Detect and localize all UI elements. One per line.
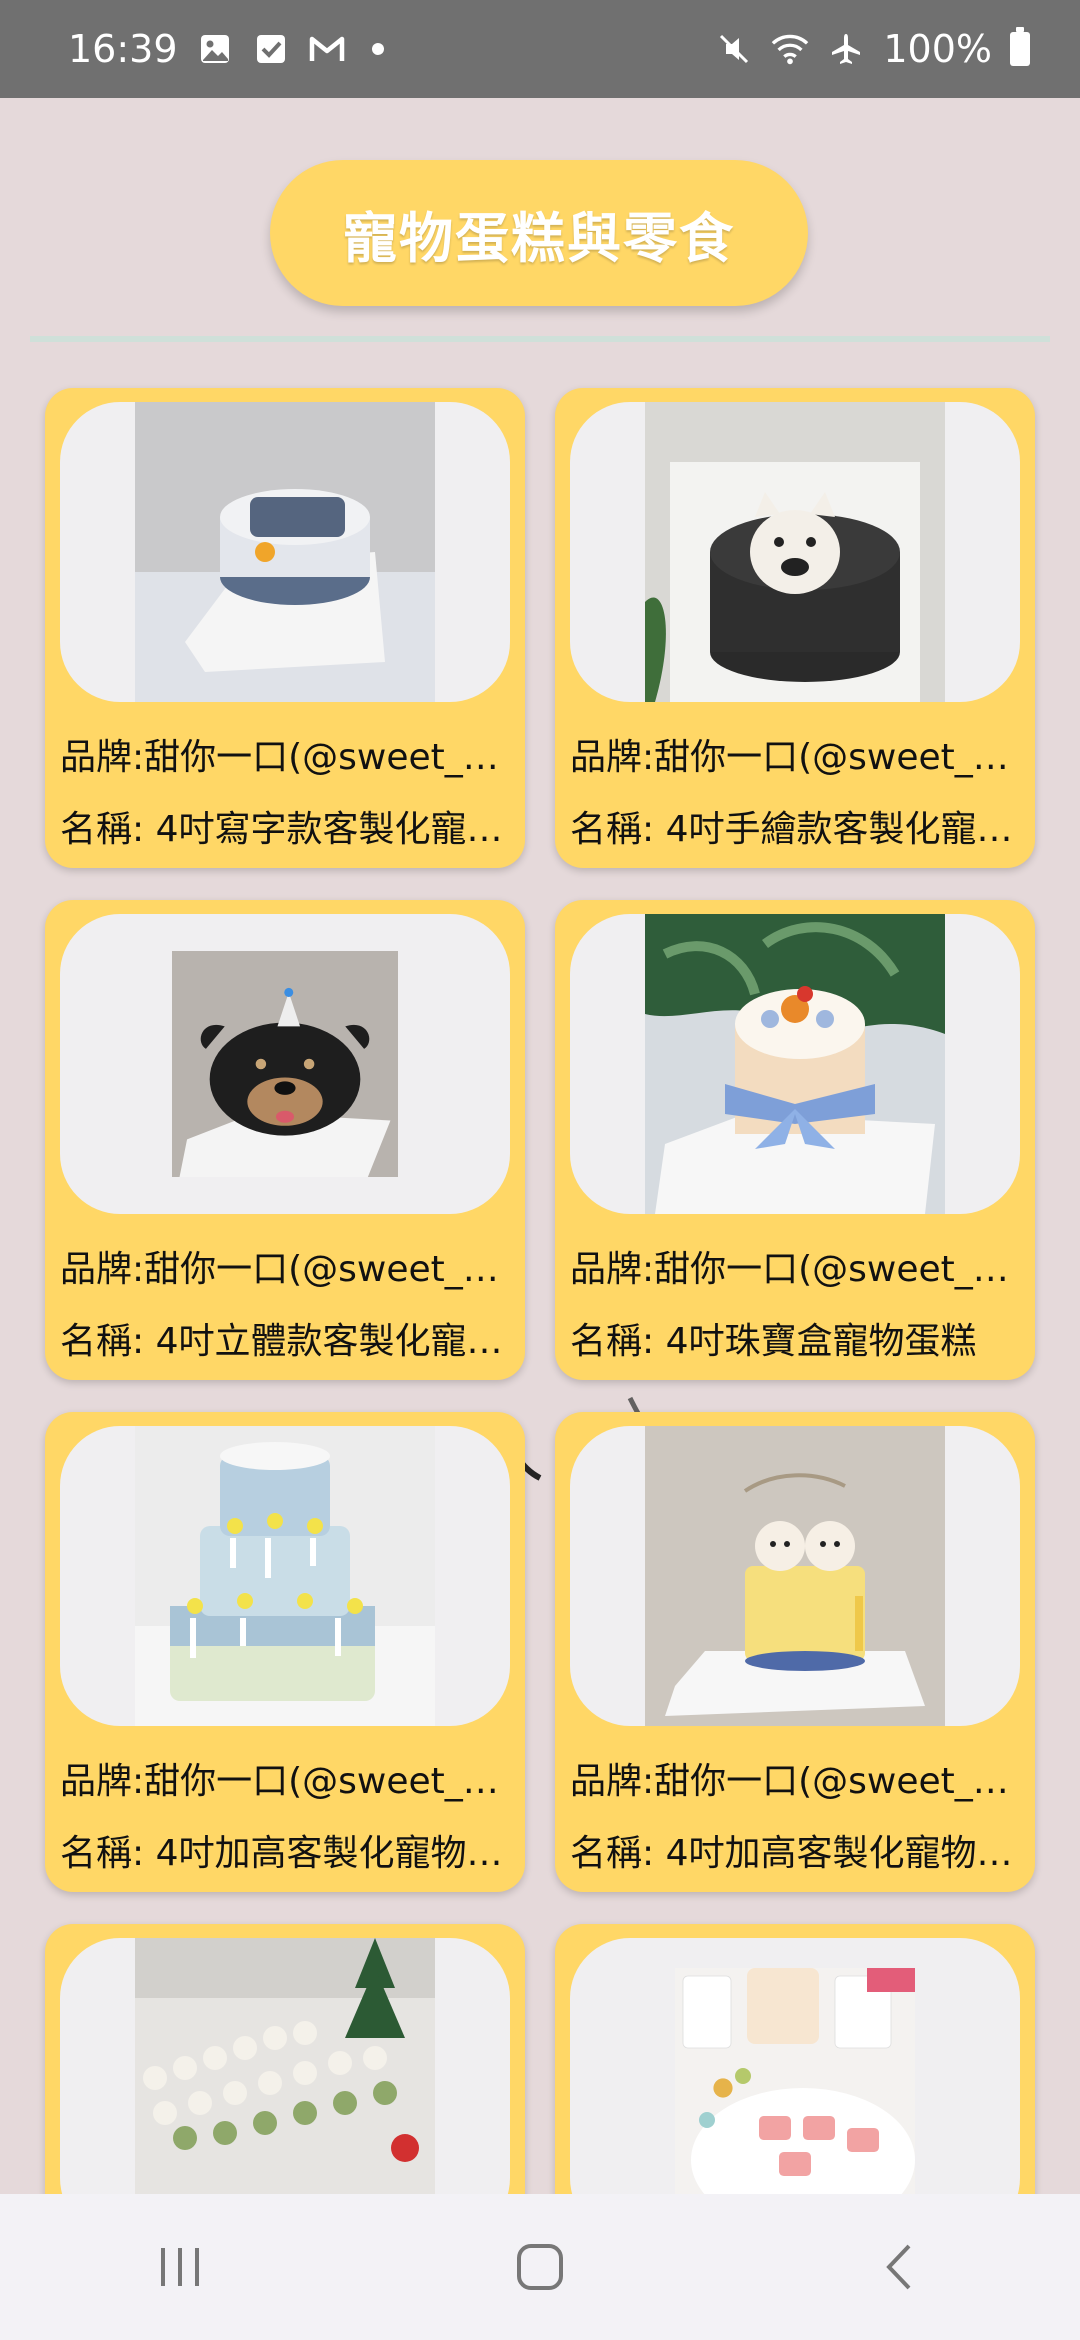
product-card[interactable]: 品牌:甜你一口(@sweet_bite_tw) 名稱: 4吋加高客製化寵物蛋糕 <box>45 1412 525 1892</box>
product-brand: 品牌:甜你一口(@sweet_bite_tw) <box>570 737 1026 778</box>
product-image-frame <box>60 1426 510 1726</box>
cake-photo-tiered <box>135 1426 435 1726</box>
battery-percent: 100% <box>883 27 992 71</box>
product-name: 名稱: 4吋寫字款客製化寵物蛋糕 <box>60 809 516 850</box>
product-card[interactable] <box>555 1924 1035 2194</box>
battery-icon <box>1010 27 1030 66</box>
more-notifications-dot-icon <box>371 43 384 55</box>
cake-photo-birthday-dogs <box>645 1426 945 1726</box>
back-button[interactable] <box>840 2227 960 2307</box>
gmail-notification-icon <box>308 30 346 68</box>
product-card[interactable] <box>45 1924 525 2194</box>
recent-apps-icon <box>161 2248 199 2286</box>
product-card[interactable]: 品牌:甜你一口(@sweet_bite_tw) 名稱: 4吋立體款客製化寵物蛋糕 <box>45 900 525 1380</box>
product-name: 名稱: 4吋立體款客製化寵物蛋糕 <box>60 1321 516 1362</box>
product-image-frame <box>60 402 510 702</box>
status-time: 16:39 <box>68 27 178 71</box>
product-card[interactable]: 品牌:甜你一口(@sweet_bite_tw) 名稱: 4吋加高客製化寵物蛋糕 <box>555 1412 1035 1892</box>
product-image-frame <box>60 914 510 1214</box>
cake-photo-jewelry-box <box>645 914 945 1214</box>
product-name: 名稱: 4吋加高客製化寵物蛋糕 <box>570 1833 1026 1874</box>
product-name: 名稱: 4吋手繪款客製化寵物蛋糕 <box>570 809 1026 850</box>
product-name: 名稱: 4吋加高客製化寵物蛋糕 <box>60 1833 516 1874</box>
title-divider <box>30 336 1050 342</box>
snack-photo-cupcakes <box>135 1938 435 2194</box>
product-image-frame <box>570 1426 1020 1726</box>
snack-photo-cookies <box>675 1968 915 2194</box>
product-brand: 品牌:甜你一口(@sweet_bite_tw) <box>60 1249 516 1290</box>
airplane-mode-icon <box>827 30 865 68</box>
page-title: 寵物蛋糕與零食 <box>270 160 808 306</box>
recent-apps-button[interactable] <box>120 2227 240 2307</box>
cake-photo-handpainted-dog <box>645 402 945 702</box>
product-image-frame <box>570 914 1020 1214</box>
product-card[interactable]: 品牌:甜你一口(@sweet_bite_tw) 名稱: 4吋寫字款客製化寵物蛋糕 <box>45 388 525 868</box>
cake-photo-writing-style <box>135 402 435 702</box>
system-navigation-bar <box>0 2194 1080 2340</box>
gallery-notification-icon <box>196 30 234 68</box>
product-card[interactable]: 品牌:甜你一口(@sweet_bite_tw) 名稱: 4吋手繪款客製化寵物蛋糕 <box>555 388 1035 868</box>
home-icon <box>517 2244 563 2290</box>
product-card[interactable]: 品牌:甜你一口(@sweet_bite_tw) 名稱: 4吋珠寶盒寵物蛋糕 <box>555 900 1035 1380</box>
product-brand: 品牌:甜你一口(@sweet_bite_tw) <box>60 737 516 778</box>
status-bar: 16:39 100% <box>0 0 1080 98</box>
home-button[interactable] <box>480 2227 600 2307</box>
product-brand: 品牌:甜你一口(@sweet_bite_tw) <box>570 1249 1026 1290</box>
product-name: 名稱: 4吋珠寶盒寵物蛋糕 <box>570 1321 977 1362</box>
product-image-frame <box>570 402 1020 702</box>
wifi-icon <box>771 30 809 68</box>
product-brand: 品牌:甜你一口(@sweet_bite_tw) <box>570 1761 1026 1802</box>
product-image-frame <box>570 1938 1020 2194</box>
product-brand: 品牌:甜你一口(@sweet_bite_tw) <box>60 1761 516 1802</box>
cake-photo-3d-dog <box>172 951 398 1177</box>
app-content[interactable]: 寵物蛋糕與零食 品牌:甜你一口(@sweet_bite_tw) 名稱: 4吋寫字… <box>0 98 1080 2194</box>
mute-icon <box>715 30 753 68</box>
product-image-frame <box>60 1938 510 2194</box>
checkbox-notification-icon <box>252 30 290 68</box>
back-icon <box>886 2244 911 2290</box>
